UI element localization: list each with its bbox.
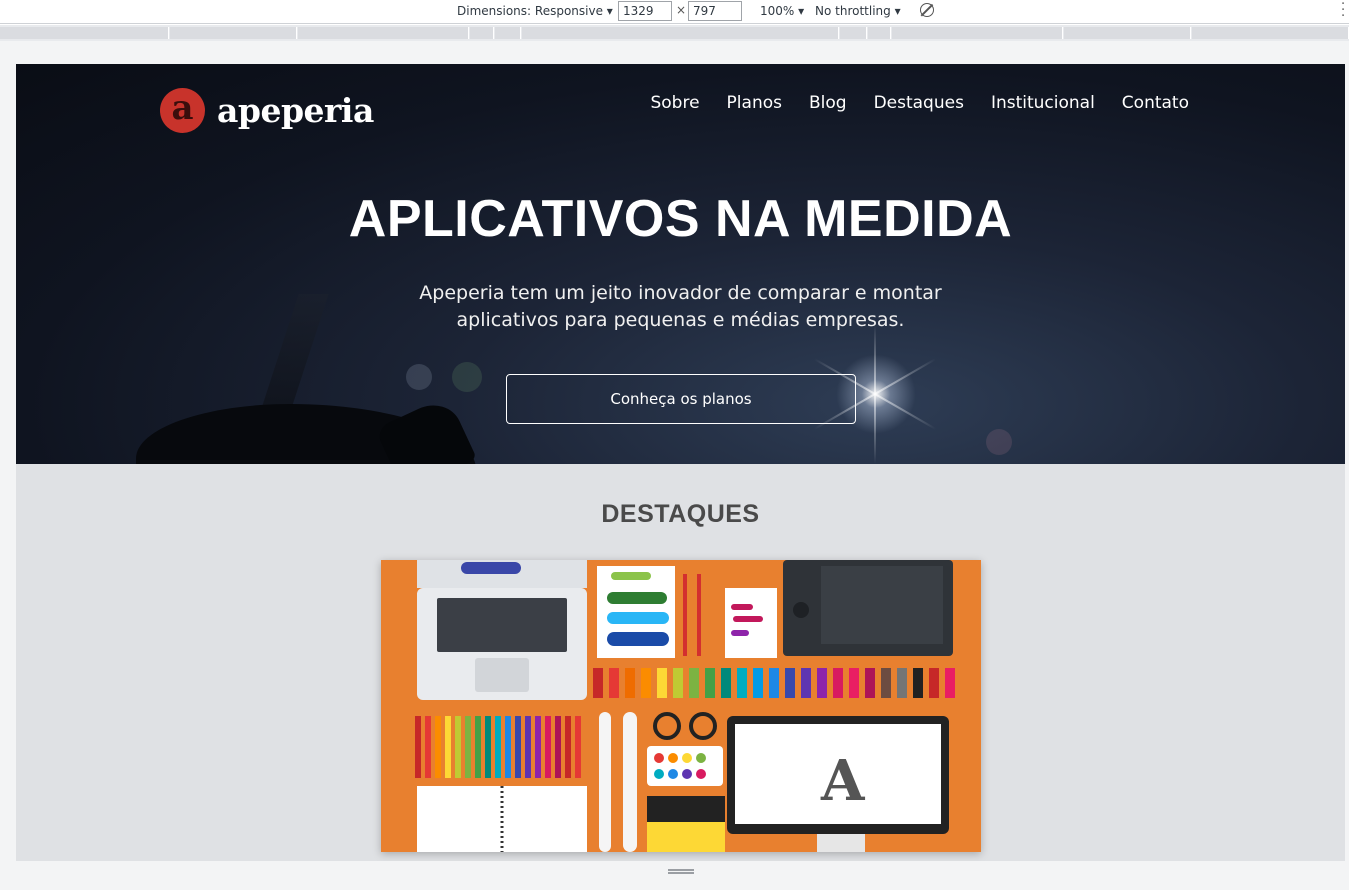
media-query-segment[interactable] bbox=[522, 27, 839, 39]
media-query-segment[interactable] bbox=[1064, 27, 1191, 39]
zoom-dropdown[interactable]: 100% ▾ bbox=[760, 4, 804, 18]
highlight-image[interactable]: A bbox=[381, 560, 981, 852]
colored-pencils bbox=[415, 716, 581, 778]
lens-flare bbox=[986, 429, 1012, 455]
svg-text:A: A bbox=[820, 748, 866, 814]
lens-flare bbox=[452, 362, 482, 392]
media-query-segment[interactable] bbox=[0, 27, 169, 39]
rotate-icon[interactable] bbox=[920, 3, 934, 17]
hero-section: a apeperia Sobre Planos Blog Destaques I… bbox=[16, 64, 1345, 464]
resize-handle[interactable] bbox=[668, 869, 694, 874]
media-query-segment[interactable] bbox=[470, 27, 494, 39]
nav-link-institucional[interactable]: Institucional bbox=[991, 93, 1095, 113]
media-query-segment[interactable] bbox=[840, 27, 867, 39]
media-query-segment[interactable] bbox=[495, 27, 521, 39]
background-rock bbox=[374, 395, 478, 464]
devtools-toolbar: Dimensions: Responsive ▾ 1329 × 797 100%… bbox=[0, 0, 1349, 24]
logo-mark: a bbox=[160, 88, 205, 133]
throttling-dropdown[interactable]: No throttling ▾ bbox=[815, 4, 901, 18]
nav-link-sobre[interactable]: Sobre bbox=[650, 93, 699, 113]
times-sign: × bbox=[676, 3, 687, 17]
main-nav: Sobre Planos Blog Destaques Instituciona… bbox=[623, 93, 1189, 113]
logo[interactable]: a apeperia bbox=[160, 88, 374, 133]
nav-link-destaques[interactable]: Destaques bbox=[874, 93, 964, 113]
nav-link-contato[interactable]: Contato bbox=[1122, 93, 1189, 113]
more-options-icon[interactable]: · · · bbox=[1341, 0, 1345, 23]
media-query-segment[interactable] bbox=[1192, 27, 1349, 39]
lens-flare bbox=[406, 364, 432, 390]
media-query-segment[interactable] bbox=[868, 27, 891, 39]
media-query-segment[interactable] bbox=[298, 27, 469, 39]
media-query-segment[interactable] bbox=[892, 27, 1063, 39]
page-viewport: a apeperia Sobre Planos Blog Destaques I… bbox=[16, 64, 1345, 861]
paint-tubes bbox=[593, 668, 955, 698]
hero-title: APLICATIVOS NA MEDIDA bbox=[348, 190, 1013, 248]
nav-link-blog[interactable]: Blog bbox=[809, 93, 847, 113]
height-input[interactable]: 797 bbox=[688, 1, 742, 21]
media-query-segment[interactable] bbox=[170, 27, 297, 39]
logo-text: apeperia bbox=[217, 91, 374, 130]
view-plans-button[interactable]: Conheça os planos bbox=[506, 374, 856, 424]
media-query-bar bbox=[0, 25, 1349, 41]
nav-link-planos[interactable]: Planos bbox=[727, 93, 782, 113]
designer-tools-illustration: A bbox=[415, 560, 955, 852]
hero-subtitle: Apeperia tem um jeito inovador de compar… bbox=[419, 282, 942, 331]
highlights-title: DESTAQUES bbox=[601, 500, 760, 528]
width-input[interactable]: 1329 bbox=[618, 1, 672, 21]
dimensions-dropdown[interactable]: Dimensions: Responsive ▾ bbox=[457, 4, 613, 18]
